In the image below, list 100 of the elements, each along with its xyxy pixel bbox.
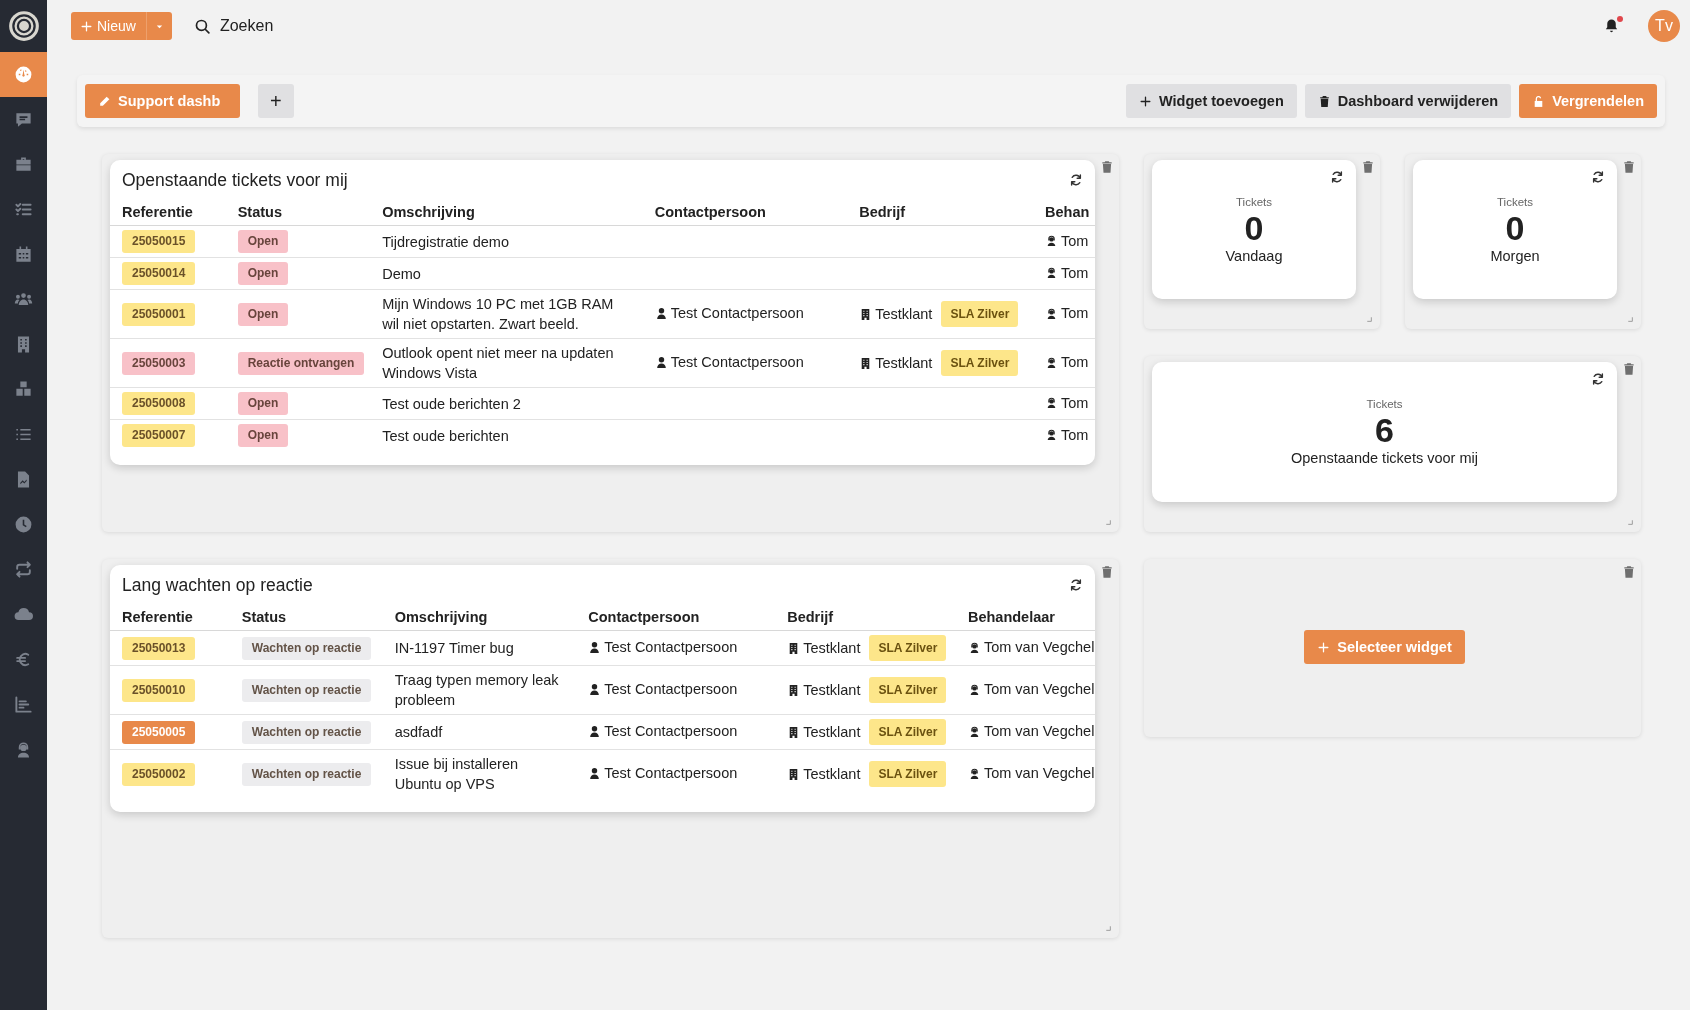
company-name: Testklant <box>803 765 861 784</box>
refresh-icon[interactable] <box>1069 578 1083 592</box>
person-icon <box>654 355 668 369</box>
refresh-icon[interactable] <box>1591 170 1605 184</box>
ticket-number-badge[interactable]: 25050010 <box>122 678 196 702</box>
resize-handle-icon[interactable] <box>1104 518 1112 526</box>
status-badge: Open <box>237 392 289 415</box>
ticket-number-badge[interactable]: 25050013 <box>122 636 196 660</box>
logo-icon <box>6 9 41 43</box>
refresh-icon[interactable] <box>1330 170 1344 184</box>
ticket-number-badge[interactable]: 25050014 <box>122 262 196 285</box>
column-header: Contactpersoon <box>654 204 766 220</box>
contact-name: Test Contactpersoon <box>604 764 738 784</box>
description-text: Test oude berichten 2 <box>382 394 522 414</box>
company-name: Testklant <box>803 723 861 742</box>
plus-icon <box>1139 94 1152 108</box>
company-name: Testklant <box>803 639 861 658</box>
description-text: asdfadf <box>394 723 444 742</box>
ticket-number-badge[interactable]: 25050002 <box>122 762 196 786</box>
column-header: Behandelaar <box>967 609 1055 625</box>
sla-badge: SLA Zilver <box>869 677 947 703</box>
handler-name: Tom van Vegchel <box>983 680 1095 700</box>
ticket-number-badge[interactable]: 25050007 <box>122 424 196 447</box>
stat-label: Tickets <box>1497 195 1533 208</box>
bell-icon <box>1603 17 1620 35</box>
widget-title: Lang wachten op reactie <box>122 574 313 596</box>
description-text: Mijn Windows 10 PC met 1GB RAM wil niet opstarten. Zwart beeld. <box>382 295 615 334</box>
handler-name: Tom <box>1061 304 1089 324</box>
search-field[interactable]: Zoeken <box>217 16 342 36</box>
company-name: Testklant <box>875 305 933 324</box>
ticket-number-badge[interactable]: 25050015 <box>122 230 196 253</box>
resize-handle-icon[interactable] <box>1626 518 1634 526</box>
trash-icon[interactable] <box>1622 362 1636 376</box>
trash-icon[interactable] <box>1100 565 1114 579</box>
status-badge: Reactie ontvangen <box>237 351 365 375</box>
stat-value: 0 <box>1244 207 1264 248</box>
pencil-icon <box>98 94 111 108</box>
resize-handle-icon[interactable] <box>1365 315 1373 323</box>
stat-caption: Morgen <box>1490 247 1540 264</box>
cubes-icon <box>14 380 33 399</box>
sla-badge: SLA Zilver <box>869 719 947 745</box>
ticket-number-badge[interactable]: 25050001 <box>122 302 196 326</box>
column-header: Bedrijf <box>787 609 834 625</box>
description-text: Test oude berichten <box>382 426 510 446</box>
trash-icon[interactable] <box>1622 160 1636 174</box>
sla-badge: SLA Zilver <box>869 761 947 787</box>
status-badge: Wachten op reactie <box>241 762 372 786</box>
handler-name: Tom <box>1061 393 1089 413</box>
add-dashboard-button[interactable]: + <box>258 84 294 118</box>
handler-name: Tom van Vegchel <box>983 722 1095 742</box>
notification-button[interactable] <box>1603 17 1620 35</box>
plus-icon <box>1317 640 1331 654</box>
description-text: Outlook opent niet meer na updaten Windows Vista <box>382 344 615 383</box>
person-icon <box>588 640 602 654</box>
contact-name: Test Contactpersoon <box>604 722 738 742</box>
search-icon <box>193 17 211 35</box>
column-header: Status <box>241 609 287 625</box>
company-name: Testklant <box>803 681 861 700</box>
handler-name: Tom <box>1061 425 1089 445</box>
person-icon <box>654 306 668 320</box>
sla-badge: SLA Zilver <box>941 301 1019 327</box>
calendar-icon <box>14 245 33 264</box>
stat-value: 6 <box>1375 410 1394 450</box>
trash-icon <box>1317 94 1331 108</box>
person-icon <box>588 682 602 696</box>
sla-badge: SLA Zilver <box>869 635 947 661</box>
contact-name: Test Contactpersoon <box>604 680 738 700</box>
trash-icon[interactable] <box>1622 565 1636 579</box>
stat-label: Tickets <box>1366 398 1403 410</box>
resize-handle-icon[interactable] <box>1104 924 1112 932</box>
action-button[interactable]: Widget toevoegen <box>1126 84 1297 118</box>
trash-icon[interactable] <box>1361 160 1375 174</box>
widget-title: Openstaande tickets voor mij <box>122 169 348 191</box>
column-header: Status <box>237 204 282 220</box>
refresh-icon[interactable] <box>1591 372 1605 386</box>
agent-icon <box>1045 355 1058 369</box>
trash-icon[interactable] <box>1100 160 1114 174</box>
column-header: Behan <box>1045 204 1090 220</box>
column-header: Omschrijving <box>382 204 475 220</box>
column-header: Referentie <box>122 609 193 625</box>
sidebar-item[interactable] <box>0 52 47 97</box>
agent-icon <box>1045 396 1058 410</box>
agent-icon <box>1045 266 1058 280</box>
refresh-icon[interactable] <box>1069 173 1083 187</box>
stat-caption: Openstaande tickets voor mij <box>1291 450 1478 466</box>
bar-chart-icon <box>14 695 33 714</box>
clock-icon <box>14 515 33 534</box>
status-badge: Wachten op reactie <box>241 720 372 744</box>
ticket-number-badge[interactable]: 25050003 <box>122 351 196 375</box>
column-header: Bedrijf <box>859 204 906 220</box>
resize-handle-icon[interactable] <box>1626 315 1634 323</box>
stat-caption: Vandaag <box>1225 247 1283 264</box>
ticket-number-badge[interactable]: 25050008 <box>122 392 196 415</box>
handler-name: Tom van Vegchel <box>983 764 1095 784</box>
person-icon <box>588 724 602 738</box>
agent-icon <box>1045 306 1058 320</box>
action-button[interactable]: Dashboard verwijderen <box>1304 84 1512 118</box>
agent-icon <box>1045 428 1058 442</box>
description-text: Issue bij installeren Ubuntu op VPS <box>394 755 520 794</box>
description-text: Tijdregistratie demo <box>382 232 510 252</box>
